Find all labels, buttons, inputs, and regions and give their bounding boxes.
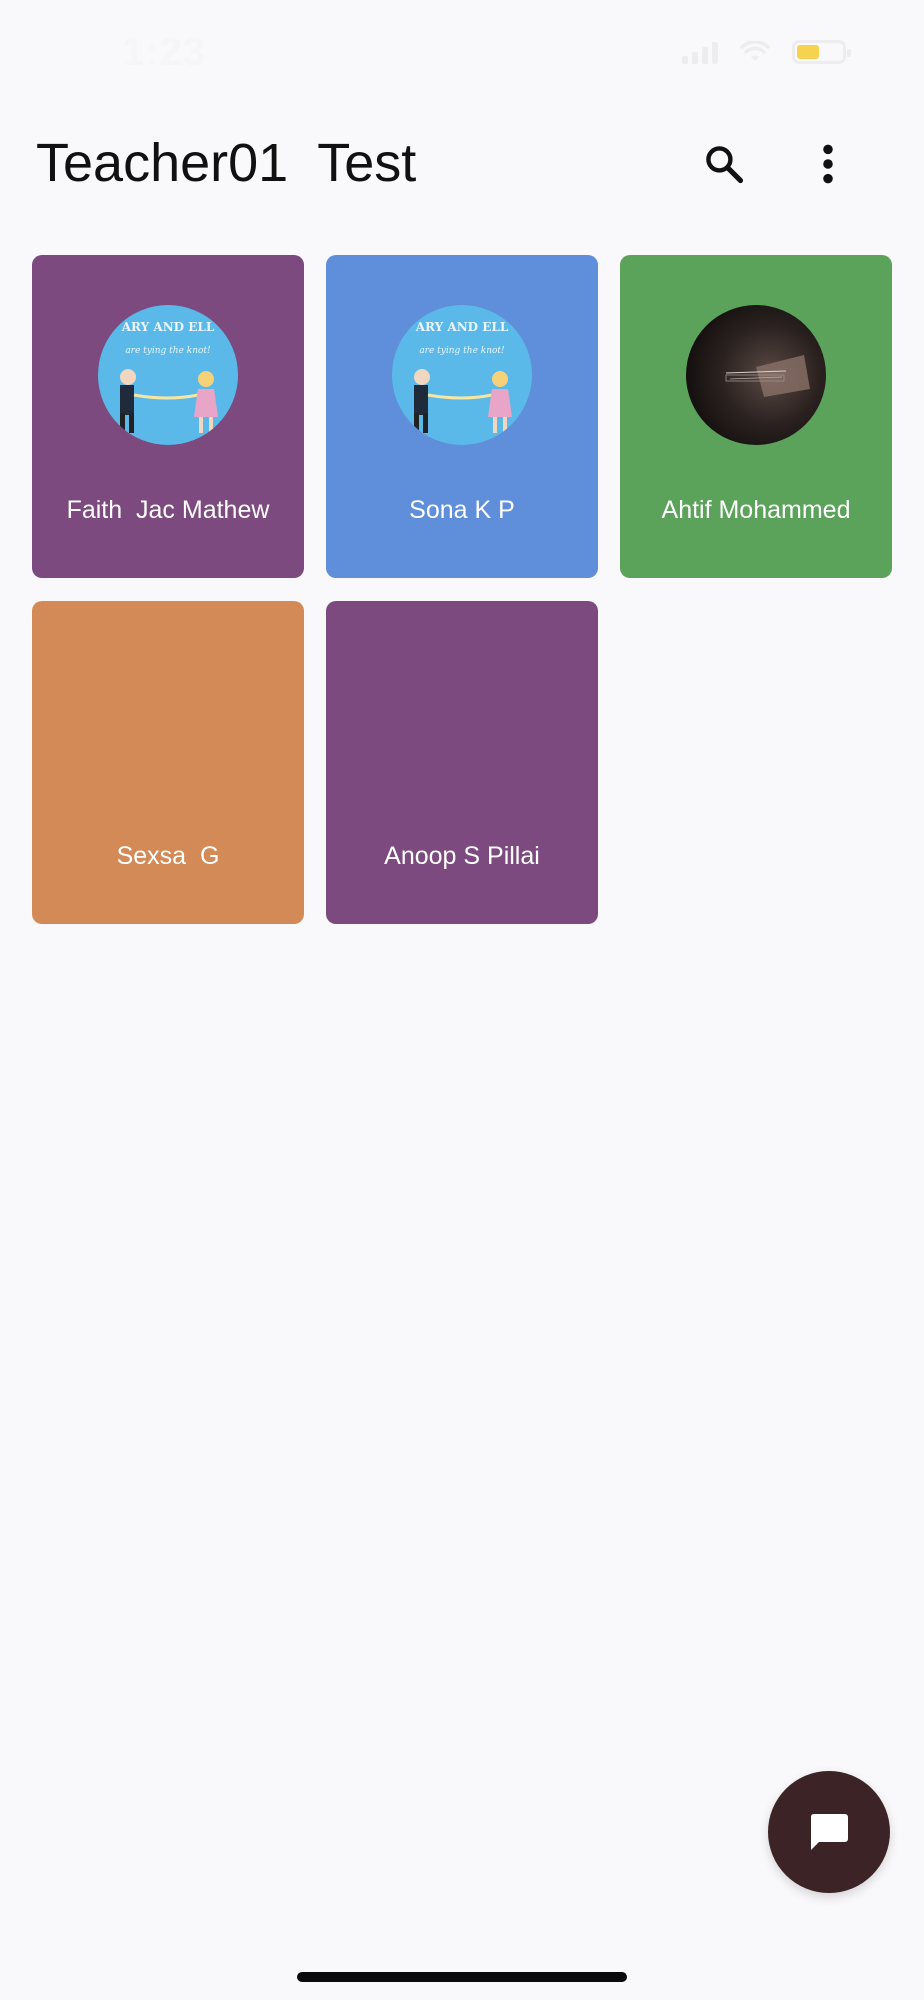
student-card[interactable]: ARY AND ELL are tying the knot! Sona K P [326, 255, 598, 578]
app-header: Teacher01 Test [0, 110, 924, 220]
home-indicator[interactable] [297, 1972, 627, 1982]
wifi-icon [740, 41, 770, 61]
student-card[interactable]: ARY AND ELL are tying the knot! Faith Ja… [32, 255, 304, 578]
status-bar: 1:23 [0, 0, 924, 110]
student-card[interactable]: Ahtif Mohammed [620, 255, 892, 578]
svg-text:are tying the knot!: are tying the knot! [419, 346, 505, 356]
search-button[interactable] [692, 132, 756, 196]
student-name: Faith Jac Mathew [66, 496, 270, 524]
chat-button[interactable] [768, 1771, 890, 1893]
avatar-image-cartoon: ARY AND ELL are tying the knot! [98, 305, 238, 445]
search-icon [706, 146, 744, 184]
chat-icon [810, 1814, 848, 1850]
page-title: Teacher01 Test [36, 133, 417, 193]
more-vert-icon [823, 144, 833, 184]
status-time: 1:23 [122, 30, 207, 74]
student-card[interactable]: Anoop S Pillai [326, 601, 598, 924]
student-card[interactable]: Sexsa G [32, 601, 304, 924]
avatar-image-cartoon: ARY AND ELL are tying the knot! [392, 305, 532, 445]
avatar: ARY AND ELL are tying the knot! [392, 305, 532, 445]
student-name: Sexsa G [116, 842, 220, 870]
svg-text:ARY AND ELL: ARY AND ELL [121, 320, 215, 334]
battery-icon [792, 40, 851, 64]
signal-icon [682, 40, 718, 64]
avatar-image-dark-photo [686, 305, 826, 445]
svg-text:are tying the knot!: are tying the knot! [125, 346, 211, 356]
student-name: Anoop S Pillai [384, 842, 540, 870]
student-name: Ahtif Mohammed [661, 496, 851, 524]
svg-text:ARY AND ELL: ARY AND ELL [415, 320, 509, 334]
avatar [686, 305, 826, 445]
student-name: Sona K P [409, 496, 515, 524]
more-options-button[interactable] [796, 132, 860, 196]
status-icons [682, 40, 851, 64]
avatar: ARY AND ELL are tying the knot! [98, 305, 238, 445]
